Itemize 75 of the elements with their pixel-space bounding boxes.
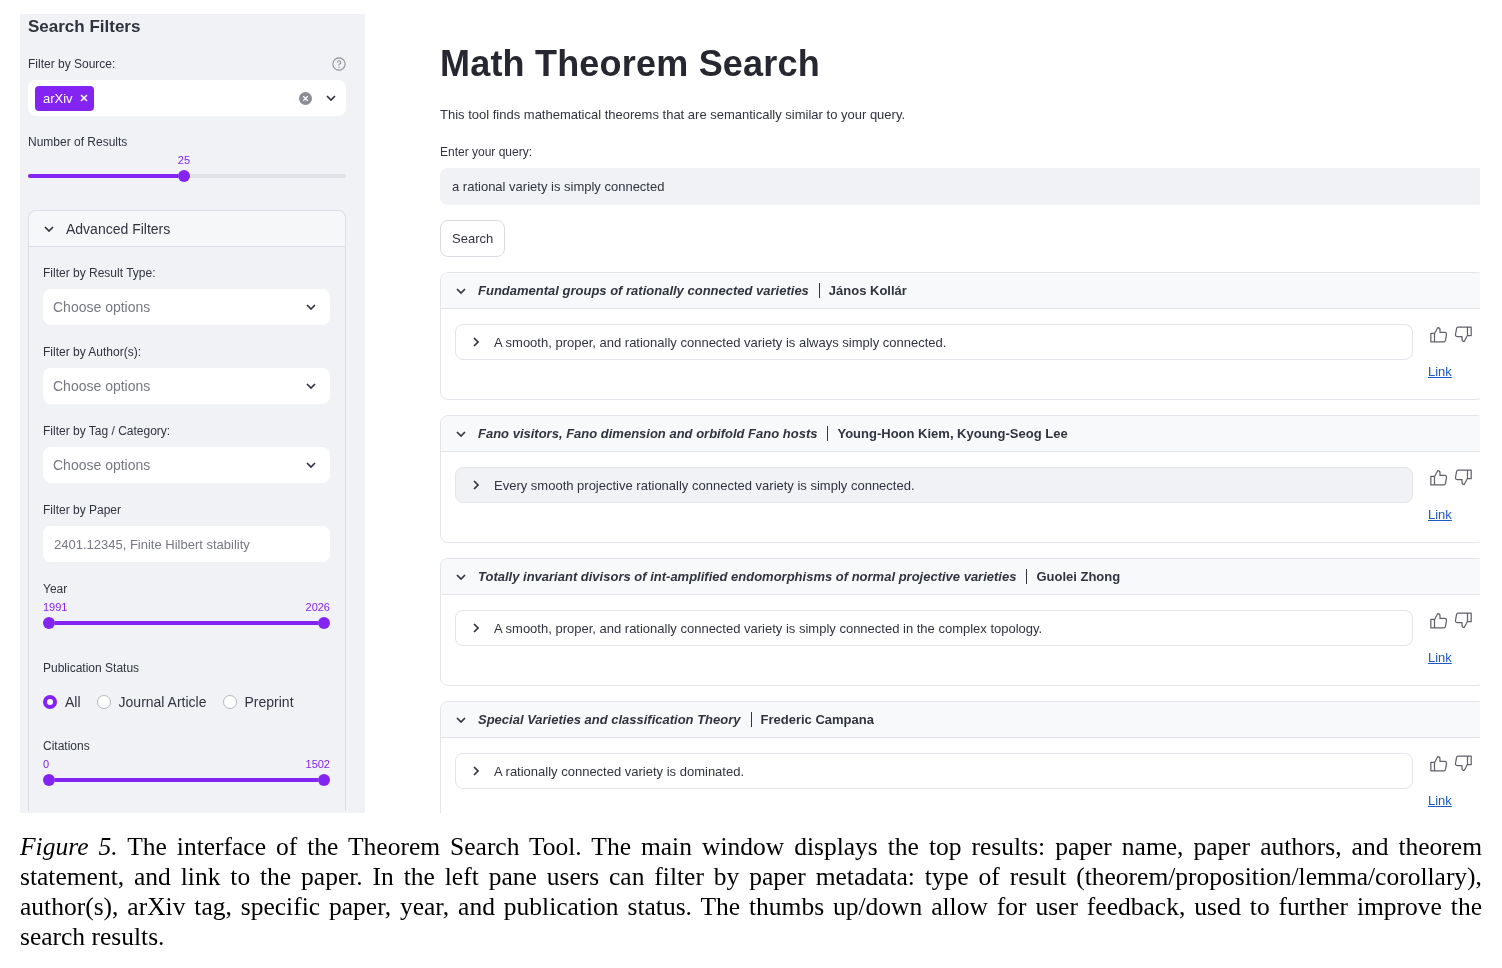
field-label: Year [43, 581, 69, 597]
select-field[interactable]: Choose options [43, 368, 330, 404]
source-tag[interactable]: arXiv [35, 85, 94, 111]
statement-expander[interactable]: A smooth, proper, and rationally connected variety is simply connected in the complex topology. [455, 610, 1413, 646]
slider-value: 25 [177, 153, 191, 168]
slider-max-value: 2026 [305, 600, 330, 615]
paper-title: Fano visitors, Fano dimension and orbifold Fano hosts [478, 426, 818, 441]
statement-expander[interactable]: A rationally connected variety is dominated. [455, 753, 1413, 789]
statement-expander[interactable]: A smooth, proper, and rationally connected variety is always simply connected. [455, 324, 1413, 360]
radio-option[interactable]: Journal Article [96, 694, 207, 710]
field-label: Number of Results [28, 134, 129, 150]
select-field[interactable]: Choose options [43, 289, 330, 325]
field-label: Filter by Tag / Category: [43, 423, 172, 439]
result-expander-header[interactable]: Special Varieties and classification Theory Frederic Campana [441, 702, 1480, 738]
remove-icon[interactable] [79, 94, 88, 102]
thumbs-up-icon[interactable] [1430, 755, 1448, 772]
query-input[interactable]: a rational variety is simply connected [440, 168, 1480, 205]
thumbs-down-icon[interactable] [1454, 326, 1472, 343]
thumbs-up-icon[interactable] [1430, 612, 1448, 629]
search-button[interactable]: Search [440, 220, 506, 257]
paper-title: Special Varieties and classification Theory [478, 712, 741, 727]
field-label: Publication Status [43, 660, 141, 676]
thumbs-down-icon[interactable] [1454, 612, 1472, 629]
radio-icon[interactable] [96, 695, 111, 709]
field-label: Filter by Result Type: [43, 265, 157, 281]
statement-expander[interactable]: Every smooth projective rationally connected variety is simply connected. [455, 467, 1413, 503]
field-label: Enter your query: [440, 144, 534, 160]
sidebar-title: Search Filters [28, 16, 142, 38]
field-label: Filter by Paper [43, 502, 123, 518]
source-select[interactable]: arXiv [28, 80, 346, 116]
slider-handle[interactable] [43, 774, 55, 786]
slider-handle[interactable] [318, 617, 330, 629]
paper-link[interactable]: Link [1428, 506, 1452, 524]
paper-title: Totally invariant divisors of int-amplified endomorphisms of normal projective varieties [478, 569, 1017, 584]
slider-handle[interactable] [318, 774, 330, 786]
result-expander-header[interactable]: Totally invariant divisors of int-amplified endomorphisms of normal projective varieties Guolei Zhong [441, 559, 1480, 595]
chevron-down-icon [306, 383, 316, 389]
result-expander-header[interactable]: Fano visitors, Fano dimension and orbifold Fano hosts Young-Hoon Kiem, Kyoung-Seog Lee [441, 416, 1480, 452]
radio-icon[interactable] [222, 695, 237, 709]
thumbs-down-icon[interactable] [1454, 469, 1472, 486]
slider-min-value: 1991 [43, 600, 68, 615]
chevron-down-icon [326, 95, 336, 101]
field-label: Filter by Source: [28, 56, 116, 72]
paper-link[interactable]: Link [1428, 363, 1452, 381]
clear-icon[interactable] [299, 91, 312, 105]
field-label: Filter by Author(s): [43, 344, 143, 360]
paper-authors: Frederic Campana [760, 712, 874, 727]
radio-icon[interactable] [43, 695, 57, 709]
slider-max-value: 1502 [305, 757, 330, 772]
page-title: Math Theorem Search [440, 42, 821, 86]
paper-title: Fundamental groups of rationally connected varieties [478, 283, 809, 298]
chevron-down-icon [306, 462, 316, 468]
radio-option[interactable]: All [43, 694, 81, 710]
paper-link[interactable]: Link [1428, 649, 1452, 667]
expander-header[interactable]: Advanced Filters [29, 211, 345, 247]
paper-link[interactable]: Link [1428, 792, 1452, 810]
figure-caption: Figure 5. The interface of the Theorem Search Tool. The main window displays the top results: paper name, paper authors, and theorem statement, and link to the paper. In the left pane users can filter by paper metadata: type of result (theorem/proposition/lemma/corollary), author(s), arXiv tag, specific paper, year, and publication status. The thumbs up/down allow for user feedback, used to further improve the search results. [20, 832, 1482, 952]
page-description: This tool finds mathematical theorems that are semantically similar to your query. [440, 106, 907, 124]
paper-input[interactable]: 2401.12345, Finite Hilbert stability [43, 526, 330, 562]
chevron-down-icon [306, 304, 316, 310]
slider-handle[interactable] [177, 170, 190, 182]
help-icon[interactable] [332, 57, 346, 71]
result-expander-header[interactable]: Fundamental groups of rationally connected varieties János Kollár [441, 273, 1480, 309]
thumbs-up-icon[interactable] [1430, 469, 1448, 486]
field-label: Citations [43, 738, 91, 754]
slider-min-value: 0 [43, 757, 50, 772]
thumbs-down-icon[interactable] [1454, 755, 1472, 772]
slider-track[interactable] [28, 174, 346, 178]
select-field[interactable]: Choose options [43, 447, 330, 483]
radio-option[interactable]: Preprint [222, 694, 294, 710]
paper-authors: Young-Hoon Kiem, Kyoung-Seog Lee [837, 426, 1068, 441]
paper-authors: János Kollár [828, 283, 907, 298]
slider-handle[interactable] [43, 617, 55, 629]
paper-authors: Guolei Zhong [1036, 569, 1121, 584]
thumbs-up-icon[interactable] [1430, 326, 1448, 343]
